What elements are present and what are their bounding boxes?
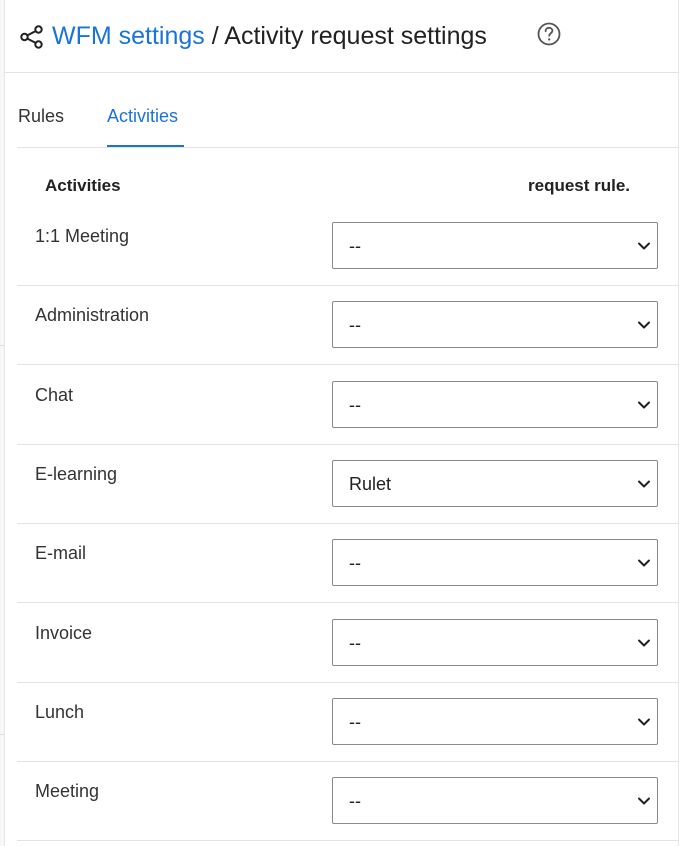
request-rule-value: --: [349, 553, 361, 573]
frame-divider: [0, 345, 4, 346]
frame-divider: [0, 734, 4, 735]
chevron-down-icon: [638, 401, 650, 409]
activity-row: Administration --: [17, 285, 679, 365]
request-rule-value: --: [349, 791, 361, 811]
request-rule-select[interactable]: --: [332, 222, 658, 269]
activity-row: Lunch --: [17, 682, 679, 762]
request-rule-select[interactable]: --: [332, 619, 658, 666]
breadcrumb-link-wfm-settings[interactable]: WFM settings: [52, 22, 205, 50]
request-rule-select[interactable]: --: [332, 698, 658, 745]
share-icon[interactable]: [19, 24, 45, 50]
chevron-down-icon: [638, 718, 650, 726]
chevron-down-icon: [638, 242, 650, 250]
request-rule-select[interactable]: --: [332, 301, 658, 348]
request-rule-value: --: [349, 633, 361, 653]
activity-label: Lunch: [35, 702, 85, 722]
request-rule-select[interactable]: --: [332, 381, 658, 428]
request-rule-select[interactable]: --: [332, 777, 658, 824]
request-rule-select[interactable]: --: [332, 539, 658, 586]
activity-row: Invoice --: [17, 603, 679, 683]
left-frame-edge: [0, 0, 5, 846]
activity-row: 1:1 Meeting --: [17, 206, 679, 286]
help-circle-icon[interactable]: [536, 21, 562, 47]
activity-label: Chat: [35, 385, 74, 405]
chevron-down-icon: [638, 480, 650, 488]
activity-label: E-learning: [35, 464, 118, 484]
request-rule-select[interactable]: Rulet: [332, 460, 658, 507]
activity-label: E-mail: [35, 543, 87, 563]
request-rule-value: --: [349, 395, 361, 415]
activity-label: 1:1 Meeting: [35, 226, 130, 246]
active-tab-indicator: [107, 145, 184, 147]
activity-row: Meeting --: [17, 761, 679, 841]
chevron-down-icon: [638, 559, 650, 567]
activity-row: E-mail --: [17, 523, 679, 603]
column-header-activities: Activities: [45, 176, 121, 195]
chevron-down-icon: [638, 797, 650, 805]
activity-label: Administration: [35, 305, 150, 325]
chevron-down-icon: [638, 639, 650, 647]
page-header: WFM settings / Activity request settings: [5, 0, 678, 73]
request-rule-value: --: [349, 315, 361, 335]
tab-rules[interactable]: Rules: [18, 106, 64, 127]
tab-activities[interactable]: Activities: [107, 106, 178, 127]
activity-label: Meeting: [35, 781, 100, 801]
column-header-request-rule: request rule.: [528, 176, 631, 195]
page-title: WFM settings / Activity request settings: [52, 19, 487, 53]
activity-label: Invoice: [35, 623, 93, 643]
request-rule-value: --: [349, 236, 361, 256]
breadcrumb-separator: /: [211, 22, 219, 50]
activity-row: E-learning Rulet: [17, 444, 679, 524]
request-rule-value: --: [349, 712, 361, 732]
chevron-down-icon: [638, 321, 650, 329]
request-rule-value: Rulet: [349, 474, 392, 494]
activity-row: Chat --: [17, 365, 679, 445]
tab-bar: Rules Activities: [17, 73, 679, 148]
breadcrumb-current: Activity request settings: [224, 22, 487, 50]
